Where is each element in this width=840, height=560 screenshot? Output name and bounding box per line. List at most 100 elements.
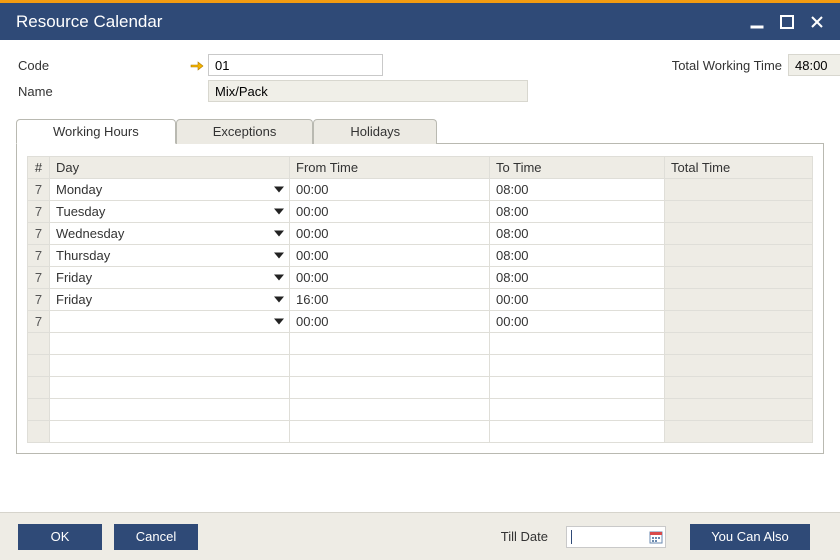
day-cell[interactable] (50, 377, 290, 399)
code-link-arrow[interactable] (178, 58, 208, 73)
from-cell[interactable] (290, 377, 490, 399)
day-cell[interactable]: Friday (50, 289, 290, 311)
row-header[interactable]: 7 (28, 223, 50, 245)
total-cell (665, 267, 813, 289)
table-row[interactable] (28, 399, 813, 421)
calendar-button[interactable] (647, 530, 665, 544)
from-cell[interactable]: 00:00 (290, 179, 490, 201)
text-cursor (571, 530, 572, 544)
chevron-down-icon[interactable] (273, 316, 285, 326)
total-cell (665, 201, 813, 223)
you-can-also-button[interactable]: You Can Also (690, 524, 810, 550)
row-header[interactable]: 7 (28, 245, 50, 267)
table-row[interactable]: 7 00:0000:00 (28, 311, 813, 333)
row-header[interactable] (28, 333, 50, 355)
to-cell[interactable]: 00:00 (490, 289, 665, 311)
maximize-button[interactable] (776, 11, 798, 33)
day-cell[interactable]: Monday (50, 179, 290, 201)
from-cell[interactable] (290, 399, 490, 421)
row-header[interactable]: 7 (28, 179, 50, 201)
from-cell[interactable] (290, 355, 490, 377)
to-cell[interactable] (490, 377, 665, 399)
day-cell[interactable]: Thursday (50, 245, 290, 267)
row-header[interactable] (28, 377, 50, 399)
cancel-button[interactable]: Cancel (114, 524, 198, 550)
minimize-button[interactable] (746, 11, 768, 33)
from-cell[interactable]: 00:00 (290, 311, 490, 333)
total-cell (665, 399, 813, 421)
table-row[interactable]: 7Friday16:0000:00 (28, 289, 813, 311)
to-cell[interactable]: 08:00 (490, 267, 665, 289)
table-row[interactable]: 7Monday00:0008:00 (28, 179, 813, 201)
from-cell[interactable]: 00:00 (290, 201, 490, 223)
chevron-down-icon[interactable] (273, 206, 285, 216)
table-row[interactable]: 7Thursday00:0008:00 (28, 245, 813, 267)
day-cell[interactable] (50, 311, 290, 333)
to-cell[interactable]: 08:00 (490, 223, 665, 245)
chevron-down-icon[interactable] (273, 294, 285, 304)
day-cell[interactable] (50, 399, 290, 421)
from-cell[interactable]: 16:00 (290, 289, 490, 311)
till-date-input[interactable] (566, 526, 666, 548)
total-cell (665, 289, 813, 311)
table-row[interactable] (28, 421, 813, 443)
to-cell[interactable]: 08:00 (490, 179, 665, 201)
from-cell[interactable] (290, 421, 490, 443)
to-cell[interactable]: 00:00 (490, 311, 665, 333)
day-cell[interactable] (50, 421, 290, 443)
from-cell[interactable]: 00:00 (290, 267, 490, 289)
working-hours-grid[interactable]: # Day From Time To Time Total Time 7Mond… (27, 156, 813, 443)
tab-working-hours[interactable]: Working Hours (16, 119, 176, 144)
table-row[interactable]: 7Tuesday00:0008:00 (28, 201, 813, 223)
table-row[interactable] (28, 377, 813, 399)
total-working-time-label: Total Working Time (648, 58, 788, 73)
header-fields: Code Total Working Time Name (0, 40, 840, 110)
to-cell[interactable] (490, 421, 665, 443)
table-row[interactable] (28, 355, 813, 377)
to-cell[interactable]: 08:00 (490, 201, 665, 223)
chevron-down-icon[interactable] (273, 228, 285, 238)
tab-exceptions[interactable]: Exceptions (176, 119, 314, 144)
table-row[interactable]: 7Wednesday00:0008:00 (28, 223, 813, 245)
to-cell[interactable]: 08:00 (490, 245, 665, 267)
from-cell[interactable]: 00:00 (290, 245, 490, 267)
table-row[interactable]: 7Friday00:0008:00 (28, 267, 813, 289)
table-row[interactable] (28, 333, 813, 355)
col-to[interactable]: To Time (490, 157, 665, 179)
total-cell (665, 223, 813, 245)
row-header[interactable]: 7 (28, 267, 50, 289)
ok-button[interactable]: OK (18, 524, 102, 550)
row-header[interactable] (28, 355, 50, 377)
tabs-area: Working Hours Exceptions Holidays # Day … (16, 118, 824, 454)
window-title: Resource Calendar (16, 12, 746, 32)
chevron-down-icon[interactable] (273, 184, 285, 194)
to-cell[interactable] (490, 333, 665, 355)
row-header[interactable] (28, 399, 50, 421)
close-button[interactable] (806, 11, 828, 33)
from-cell[interactable] (290, 333, 490, 355)
chevron-down-icon[interactable] (273, 250, 285, 260)
from-cell[interactable]: 00:00 (290, 223, 490, 245)
col-total[interactable]: Total Time (665, 157, 813, 179)
day-cell[interactable]: Wednesday (50, 223, 290, 245)
row-header[interactable]: 7 (28, 201, 50, 223)
total-cell (665, 421, 813, 443)
day-cell[interactable]: Tuesday (50, 201, 290, 223)
col-from[interactable]: From Time (290, 157, 490, 179)
tab-holidays[interactable]: Holidays (313, 119, 437, 144)
row-header[interactable] (28, 421, 50, 443)
row-header[interactable]: 7 (28, 311, 50, 333)
to-cell[interactable] (490, 399, 665, 421)
row-header[interactable]: 7 (28, 289, 50, 311)
footer: OK Cancel Till Date You Can Also (0, 512, 840, 560)
code-input[interactable] (208, 54, 383, 76)
day-cell[interactable] (50, 355, 290, 377)
chevron-down-icon[interactable] (273, 272, 285, 282)
day-cell[interactable]: Friday (50, 267, 290, 289)
to-cell[interactable] (490, 355, 665, 377)
col-day[interactable]: Day (50, 157, 290, 179)
day-cell[interactable] (50, 333, 290, 355)
till-date-label: Till Date (501, 529, 548, 544)
total-cell (665, 377, 813, 399)
tab-body: # Day From Time To Time Total Time 7Mond… (16, 143, 824, 454)
